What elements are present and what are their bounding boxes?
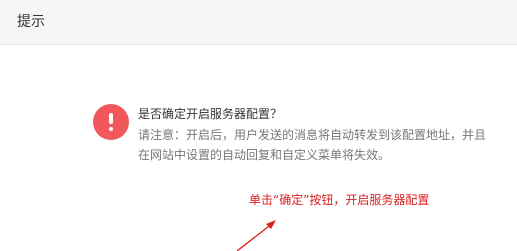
- annotation-text: 单击“确定”按钮，开启服务器配置: [249, 193, 430, 207]
- confirm-question: 是否确定开启服务器配置？: [138, 107, 283, 121]
- confirm-dialog: 提示 是否确定开启服务器配置？ 请注意：开启后，用户发送的消息将自动转发到该配置…: [0, 0, 517, 251]
- warning-icon: [93, 104, 129, 140]
- notice-text: 请注意：开启后，用户发送的消息将自动转发到该配置地址，并且在网站中设置的自动回复…: [138, 128, 487, 162]
- dialog-title: 提示: [17, 14, 45, 30]
- dialog-header: 提示: [0, 0, 517, 45]
